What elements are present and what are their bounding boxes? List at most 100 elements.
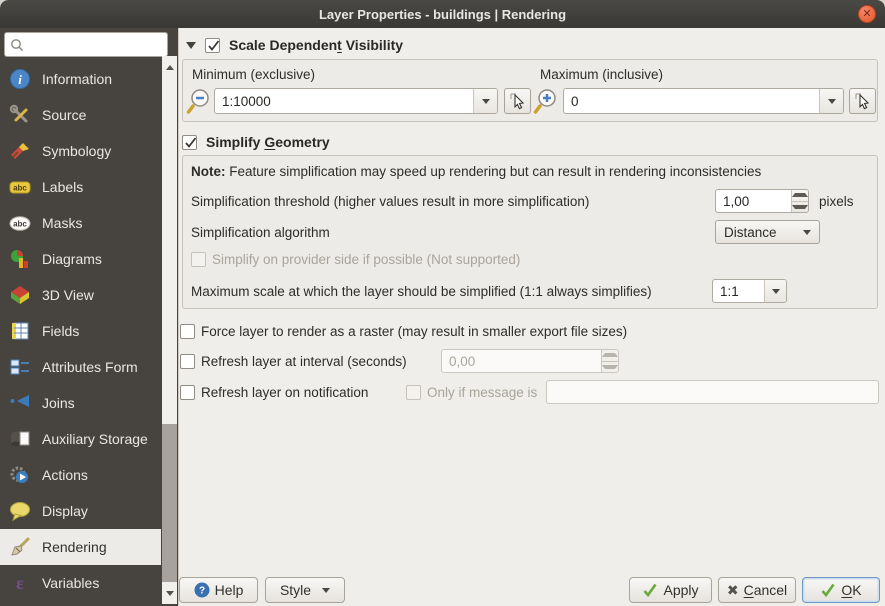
refresh-interval-checkbox[interactable] [180, 354, 195, 369]
sidebar-item-label: Actions [42, 467, 88, 483]
information-icon: i [10, 69, 30, 89]
minimum-scale-input[interactable] [215, 89, 473, 113]
sidebar-item-joins[interactable]: Joins [0, 385, 161, 421]
scale-visibility-group: Minimum (exclusive) Maximum (inclusive) [182, 59, 878, 122]
auxiliary-storage-icon [11, 431, 30, 447]
svg-text:abc: abc [13, 220, 27, 229]
notification-message-input [547, 381, 878, 403]
minimum-scale-combobox[interactable] [214, 88, 498, 114]
rendering-icon [11, 537, 30, 556]
sidebar: i Information Source Symbology abc Label… [0, 28, 178, 606]
masks-icon: abc [9, 216, 31, 231]
sidebar-item-information[interactable]: i Information [0, 61, 161, 97]
algorithm-combobox[interactable]: Distance [715, 220, 820, 244]
style-button[interactable]: Style [265, 577, 345, 603]
only-message-checkbox [406, 385, 421, 400]
checkmark-icon [208, 39, 220, 51]
cancel-button[interactable]: ✖ Cancel [718, 577, 796, 603]
sidebar-item-fields[interactable]: Fields [0, 313, 161, 349]
sidebar-item-display[interactable]: Display [0, 493, 161, 529]
sidebar-item-diagrams[interactable]: Diagrams [0, 241, 161, 277]
scrollbar-thumb[interactable] [162, 78, 177, 424]
force-raster-checkbox[interactable] [180, 324, 195, 339]
sidebar-list: i Information Source Symbology abc Label… [0, 61, 161, 601]
algorithm-label: Simplification algorithm [191, 225, 330, 240]
provider-simplify-checkbox [191, 252, 206, 267]
sidebar-item-label: Joins [42, 395, 75, 411]
scroll-up-icon [165, 64, 174, 70]
refresh-interval-label: Refresh layer at interval (seconds) [201, 354, 407, 369]
sidebar-item-rendering[interactable]: Rendering [0, 529, 161, 565]
spin-down-button[interactable] [792, 202, 808, 213]
display-icon [10, 502, 30, 522]
sidebar-item-label: Variables [42, 575, 100, 591]
threshold-spinbox[interactable] [715, 189, 809, 213]
zoom-out-icon [186, 88, 211, 118]
refresh-interval-input [442, 350, 601, 372]
search-icon [11, 38, 24, 51]
ok-button[interactable]: OK [802, 577, 880, 603]
actions-icon [10, 466, 28, 483]
minimum-label: Minimum (exclusive) [192, 67, 316, 82]
spin-up-icon [792, 193, 808, 198]
sidebar-item-variables[interactable]: ε Variables [0, 565, 161, 601]
sidebar-item-label: Masks [42, 215, 83, 231]
sidebar-item-auxiliary-storage[interactable]: Auxiliary Storage [0, 421, 161, 457]
source-icon [9, 104, 28, 123]
sidebar-item-label: Diagrams [42, 251, 102, 267]
titlebar[interactable]: Layer Properties - buildings | Rendering… [0, 0, 885, 28]
max-scale-simplify-input[interactable] [713, 280, 764, 302]
help-button[interactable]: ? Help [179, 577, 258, 603]
max-scale-simplify-combobox[interactable] [712, 279, 787, 303]
scrollbar-up-button[interactable] [162, 56, 177, 78]
sidebar-item-labels[interactable]: abc Labels [0, 169, 161, 205]
search-box[interactable] [4, 32, 168, 57]
maximum-scale-input[interactable] [564, 89, 819, 113]
sidebar-item-label: Display [42, 503, 88, 519]
sidebar-item-actions[interactable]: Actions [0, 457, 161, 493]
symbology-icon [11, 143, 29, 159]
sidebar-item-label: Information [42, 71, 113, 87]
scale-visibility-title: Scale Dependent Visibility [229, 37, 404, 53]
sidebar-item-label: Source [42, 107, 87, 123]
sidebar-scrollbar[interactable] [162, 56, 177, 604]
max-scale-dropdown-button[interactable] [764, 280, 786, 302]
spin-up-icon [602, 353, 618, 358]
spin-down-icon [792, 204, 808, 209]
labels-icon: abc [9, 181, 31, 194]
apply-button[interactable]: Apply [629, 577, 712, 603]
joins-icon [10, 395, 29, 407]
threshold-input[interactable] [716, 190, 791, 212]
refresh-notification-checkbox[interactable] [180, 385, 195, 400]
minimum-scale-dropdown-button[interactable] [473, 89, 497, 113]
sidebar-item-attributes-form[interactable]: Attributes Form [0, 349, 161, 385]
threshold-spin-buttons[interactable] [791, 190, 808, 212]
simplify-geometry-group: Note: Feature simplification may speed u… [182, 155, 878, 309]
sidebar-item-masks[interactable]: abc Masks [0, 205, 161, 241]
ok-check-icon [821, 583, 835, 598]
maximum-use-canvas-scale-button[interactable] [849, 88, 876, 114]
maximum-scale-combobox[interactable] [563, 88, 844, 114]
collapse-triangle-icon[interactable] [186, 41, 196, 49]
spin-up-button[interactable] [792, 190, 808, 201]
variables-icon: ε [16, 573, 24, 593]
close-button[interactable]: ✕ [858, 5, 876, 23]
diagrams-icon [11, 250, 28, 268]
maximum-scale-dropdown-button[interactable] [819, 89, 843, 113]
sidebar-item-label: 3D View [42, 287, 94, 303]
scrollbar-track[interactable] [162, 424, 177, 582]
force-raster-label: Force layer to render as a raster (may r… [201, 324, 628, 339]
interval-spin-buttons [601, 350, 618, 372]
minimum-use-canvas-scale-button[interactable] [504, 88, 531, 114]
sidebar-item-3d-view[interactable]: 3D View [0, 277, 161, 313]
scale-visibility-checkbox[interactable] [205, 37, 220, 53]
simplify-geometry-checkbox[interactable] [182, 134, 197, 150]
scrollbar-down-button[interactable] [162, 582, 177, 604]
pixels-label: pixels [819, 194, 854, 209]
search-input[interactable] [24, 34, 167, 55]
window-title: Layer Properties - buildings | Rendering [318, 6, 567, 22]
sidebar-item-symbology[interactable]: Symbology [0, 133, 161, 169]
simplify-geometry-title: Simplify Geometry [206, 134, 330, 150]
sidebar-item-source[interactable]: Source [0, 97, 161, 133]
chevron-down-icon [771, 288, 780, 294]
